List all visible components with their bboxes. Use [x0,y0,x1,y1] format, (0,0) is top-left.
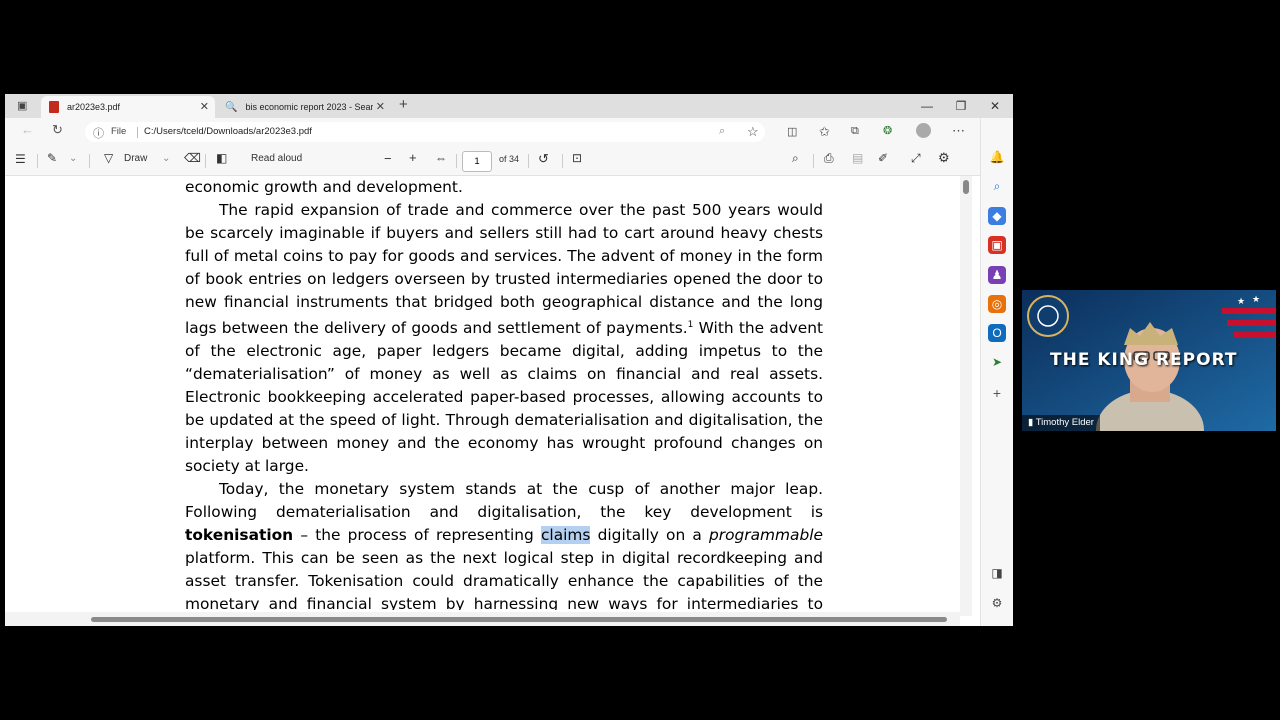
browser-window: ▣ ar2023e3.pdf ✕ 🔍 bis economic report 2… [5,94,1013,626]
outlook-icon[interactable]: O [988,324,1006,342]
page-number-input[interactable]: 1 [462,151,492,172]
read-aloud-icon[interactable]: ◧ [216,151,227,165]
print-icon[interactable]: ⎙ [824,151,834,166]
zoom-icon[interactable]: ⌕ [719,125,725,138]
page-view-icon[interactable]: ⊡ [572,151,582,165]
fullscreen-icon[interactable]: ⤢ [911,151,921,166]
tab-actions-icon[interactable]: ▣ [17,99,27,112]
divider [37,154,38,168]
highlight-icon[interactable]: ✎ [47,151,57,165]
participant-name-bar: ▮ Timothy Elder [1022,415,1100,431]
tab-title: bis economic report 2023 - Search [245,102,374,112]
save-icon[interactable]: ▤ [852,151,863,165]
minimize-button[interactable]: — [912,94,942,118]
rotate-icon[interactable]: ↺ [538,151,549,167]
address-bar: ← ↻ ⓘ File C:/Users/tceld/Downloads/ar20… [5,118,1013,146]
divider [813,154,814,168]
horizontal-scrollbar[interactable] [5,612,960,626]
games-icon[interactable]: ♟ [988,266,1006,284]
office-icon[interactable]: ◎ [988,295,1006,313]
collections-icon[interactable]: ⧉ [851,125,859,138]
text-run: With the advent of the electronic age, p… [185,319,823,476]
url-text[interactable]: C:/Users/tceld/Downloads/ar2023e3.pdf [144,126,312,137]
more-icon[interactable]: ⋯ [952,123,965,139]
close-icon[interactable]: ✕ [200,100,209,113]
favorites-icon[interactable]: ✩ [819,124,830,140]
back-icon[interactable]: ← [21,122,34,137]
tab-search[interactable]: 🔍 bis economic report 2023 - Search ✕ [217,96,391,118]
tab-title: ar2023e3.pdf [67,102,121,112]
text-run: The rapid expansion of trade and commerc… [185,201,823,338]
selected-text[interactable]: claims [540,526,591,545]
close-window-button[interactable]: ✕ [980,94,1010,118]
extensions-icon[interactable]: ❂ [883,124,892,137]
svg-text:★: ★ [1252,294,1260,304]
tab-pdf[interactable]: ar2023e3.pdf ✕ [41,96,215,118]
avatar[interactable] [916,123,931,138]
divider [528,154,529,168]
chevron-down-icon[interactable]: ⌄ [162,153,170,164]
url-box[interactable]: ⓘ File C:/Users/tceld/Downloads/ar2023e3… [85,122,765,142]
search-icon: 🔍 [225,101,238,113]
divider [137,127,138,138]
text-run: Today, the monetary system stands at the… [185,480,823,522]
zoom-in-button[interactable]: + [409,150,417,165]
banner-text: THE KING REPORT [1050,350,1238,370]
favorite-star-icon[interactable]: ☆ [747,124,759,140]
draw-icon[interactable]: ▽ [104,151,113,165]
text-run: platform. This can be seen as the next l… [185,549,823,610]
chevron-down-icon[interactable]: ⌄ [69,153,77,164]
refresh-icon[interactable]: ↻ [52,122,63,138]
add-icon[interactable]: + [988,384,1006,402]
scrollbar-thumb[interactable] [963,180,969,194]
bell-icon[interactable]: 🔔 [988,148,1006,166]
send-icon[interactable]: ➤ [988,353,1006,371]
save-as-icon[interactable]: ✐ [878,151,888,165]
new-tab-button[interactable]: + [399,96,408,113]
edge-sidebar: 🔔 ⌕ ◆ ▣ ♟ ◎ O ➤ + ◨ ⚙ [980,118,1013,626]
tab-bar: ▣ ar2023e3.pdf ✕ 🔍 bis economic report 2… [5,94,1013,118]
divider [205,154,206,168]
signal-icon: ▮ [1028,417,1034,428]
divider [89,154,90,168]
paragraph-top: economic growth and development. [185,178,463,196]
vertical-scrollbar[interactable] [960,176,972,616]
close-icon[interactable]: ✕ [376,100,385,113]
shopping-icon[interactable]: ◆ [988,207,1006,225]
settings-icon[interactable]: ⚙ [938,150,950,166]
pdf-toolbar: ☰ ✎ ⌄ ▽ Draw ⌄ ⌫ ◧ Read aloud − + ⇔ 1 of… [5,146,980,176]
info-icon[interactable]: ⓘ [93,125,104,141]
read-aloud-button[interactable]: Read aloud [251,153,302,164]
webcam-overlay: ★ ★ THE KING REPORT ▮ Timothy Elder [1022,290,1276,431]
bold-term: tokenisation [185,526,294,545]
settings-icon[interactable]: ⚙ [988,594,1006,612]
scrollbar-thumb[interactable] [91,617,947,622]
tools-icon[interactable]: ▣ [988,236,1006,254]
italic-term: programmable [709,526,823,545]
pdf-page: economic growth and development. The rap… [5,176,957,610]
split-screen-icon[interactable]: ◫ [787,125,797,138]
restore-button[interactable]: ❐ [946,94,976,118]
contents-icon[interactable]: ☰ [15,152,26,166]
fit-page-icon[interactable]: ⇔ [435,151,447,165]
divider [562,154,563,168]
svg-text:★: ★ [1237,296,1245,306]
divider [456,154,457,168]
search-icon[interactable]: ⌕ [988,177,1006,195]
pdf-icon [49,101,59,113]
eraser-icon[interactable]: ⌫ [184,151,201,165]
page-total: of 34 [499,154,520,164]
zoom-out-button[interactable]: − [384,151,392,166]
paragraph-1: The rapid expansion of trade and commerc… [185,199,823,478]
text-run: – the process of representing [293,526,541,545]
search-icon[interactable]: ⌕ [792,151,799,166]
text-run: digitally on a [590,526,710,545]
sidebar-layout-icon[interactable]: ◨ [988,564,1006,582]
participant-name: Timothy Elder [1035,417,1094,428]
draw-button[interactable]: Draw [124,153,147,164]
paragraph-2: Today, the monetary system stands at the… [185,478,823,610]
file-label: File [111,126,127,137]
document-text: economic growth and development. The rap… [185,176,823,610]
